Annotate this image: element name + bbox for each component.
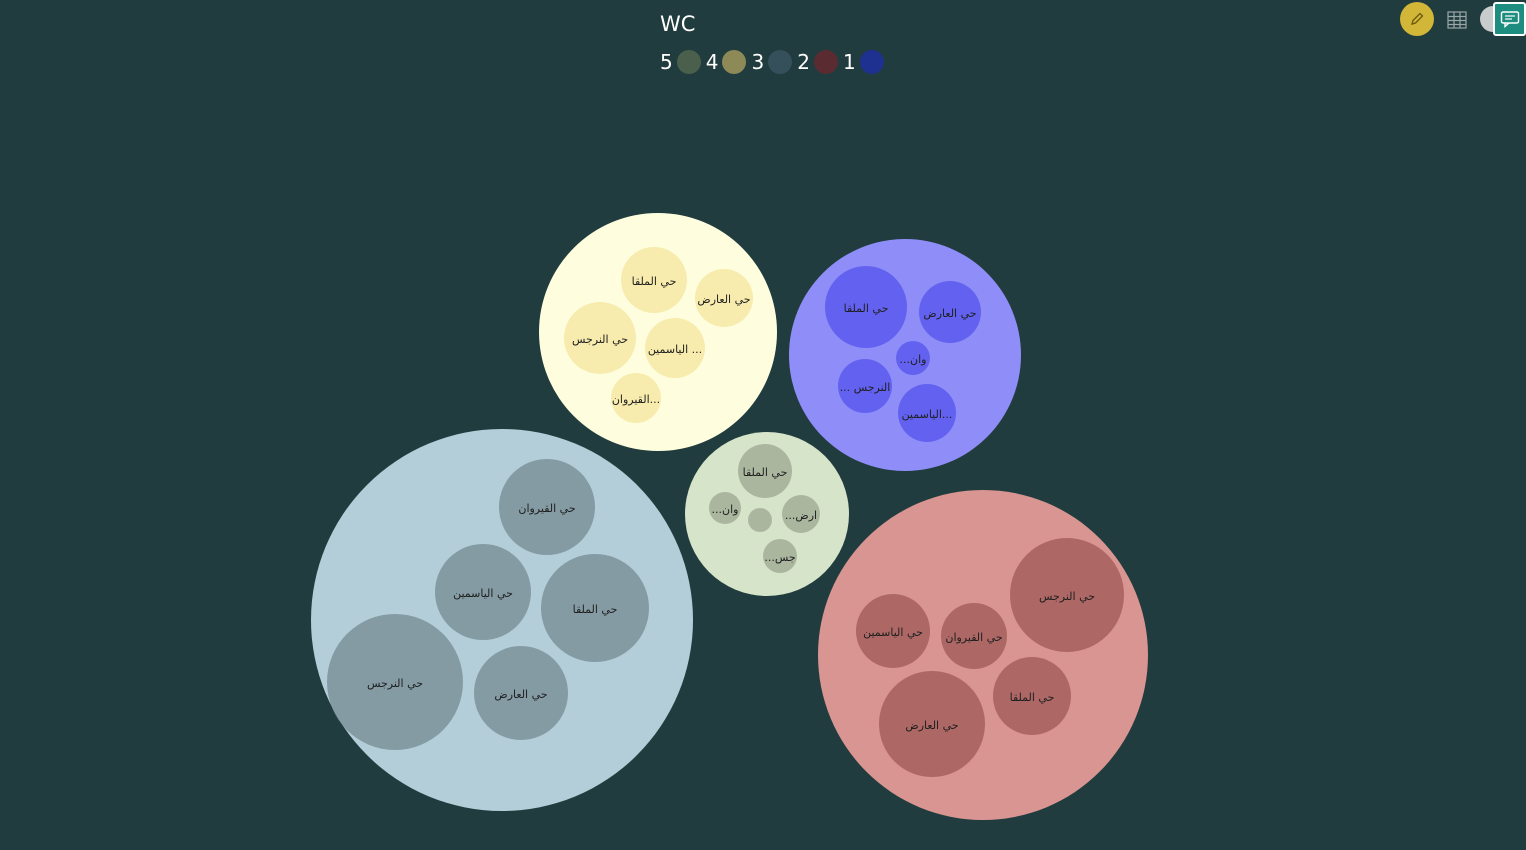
child-bubble[interactable] [748, 508, 772, 532]
child-bubble-label: حي العارض [697, 293, 750, 306]
report-canvas: WC 5 4 3 2 1 حي القيروان حي الياسمين حي … [0, 0, 1526, 850]
bubble-group-wc-3[interactable]: حي الملقا ...وان ...ارض ...جس [685, 432, 849, 596]
child-bubble-label: ... النرجس [840, 381, 891, 394]
child-bubble-label: حي الملقا [844, 302, 889, 315]
child-bubble-label: حي النرجس [367, 677, 423, 690]
child-bubble-label: حي العارض [494, 688, 547, 701]
child-bubble-label: حي الملقا [743, 466, 788, 479]
bubble-group-wc-4[interactable]: حي الملقا حي العارض حي النرجس الياسمين ... ا… [539, 213, 777, 451]
bubble-group-wc-2[interactable]: حي النرجس حي الياسمين حي القيروان حي الملقا… [818, 490, 1148, 820]
bubble-group-wc-1[interactable]: حي الملقا حي العارض ...وان ... النرجس الياسم… [789, 239, 1021, 471]
child-bubble-label: حي الملقا [573, 603, 618, 616]
child-bubble-label: الياسمين... [902, 408, 953, 421]
child-bubble-label: الياسمين ... [648, 343, 702, 356]
child-bubble-label: حي القيروان [945, 631, 1002, 644]
child-bubble-label: القيروان... [612, 393, 660, 406]
child-bubble-label: حي القيروان [518, 502, 575, 515]
child-bubble-label: حي النرجس [1039, 590, 1095, 603]
child-bubble-label: ...ارض [785, 509, 817, 522]
child-bubble-label: حي الياسمين [453, 587, 513, 600]
child-bubble-label: حي النرجس [572, 333, 628, 346]
child-bubble-label: حي العارض [923, 307, 976, 320]
child-bubble-label: حي الملقا [632, 275, 677, 288]
child-bubble-label: ...جس [764, 551, 795, 564]
child-bubble-label: ...وان [712, 503, 739, 516]
child-bubble-label: حي الياسمين [863, 626, 923, 639]
bubble-group-wc-5[interactable]: حي القيروان حي الياسمين حي الملقا حي النرجس… [311, 429, 693, 811]
child-bubble-label: حي الملقا [1010, 691, 1055, 704]
child-bubble-label: ...وان [900, 353, 927, 366]
packed-bubble-chart: حي القيروانحي الياسمينحي الملقاحي النرجس… [311, 213, 1148, 820]
child-bubble-label: حي العارض [905, 719, 958, 732]
